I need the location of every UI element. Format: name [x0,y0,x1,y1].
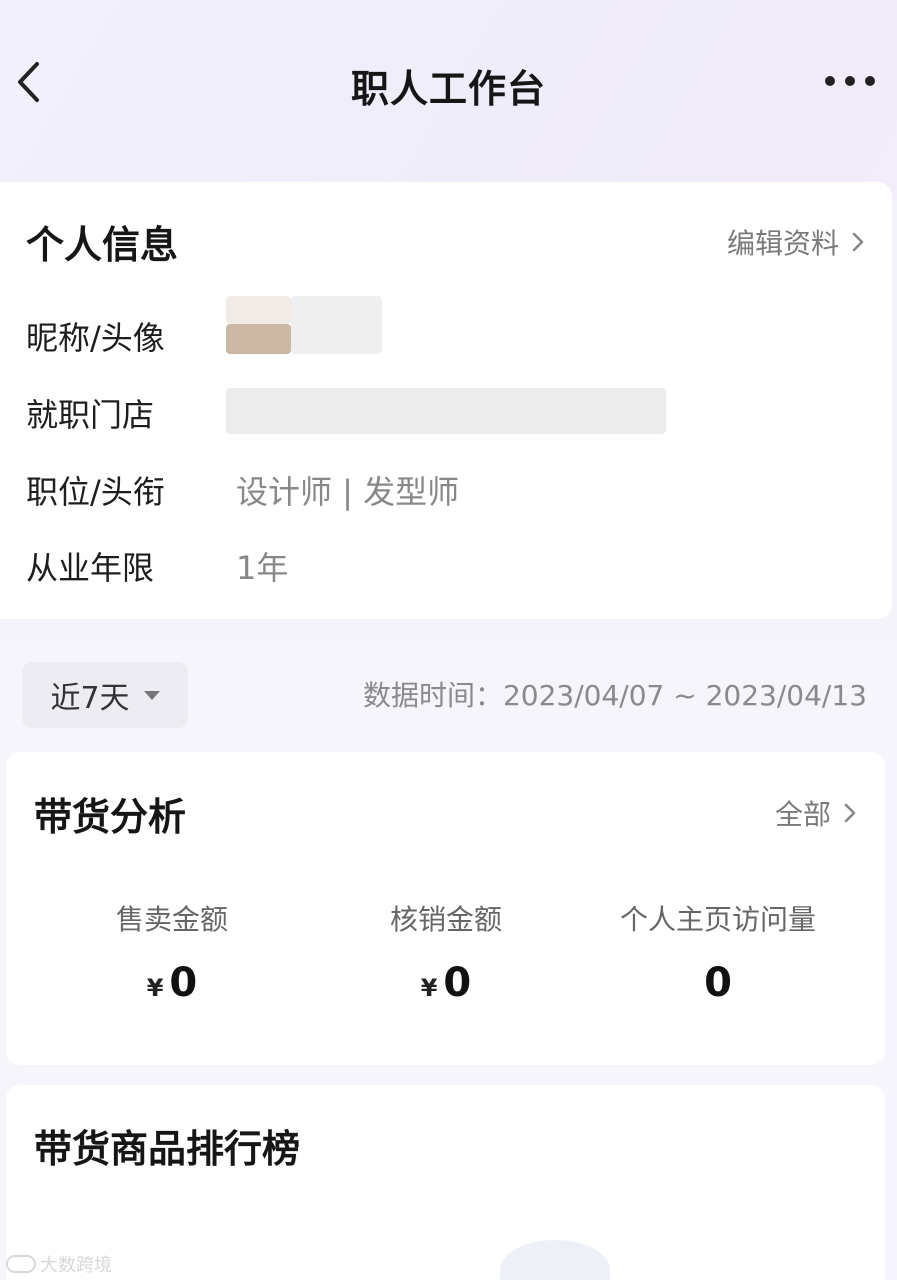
watermark-logo-icon [6,1255,36,1273]
caret-down-icon [143,690,160,700]
edit-profile-label: 编辑资料 [726,227,839,260]
nav-bar: 职人工作台 [0,0,897,165]
sales-analysis-title: 带货分析 [34,795,187,839]
currency-symbol: ¥ [420,974,438,1002]
avatar[interactable] [226,296,382,358]
stat-label: 售卖金额 [115,903,228,936]
product-ranking-card [6,1085,885,1280]
position-title-label: 职位/头衔 [26,473,165,511]
more-dot-icon [845,76,855,86]
experience-years-label: 从业年限 [26,549,155,587]
stat-redeemed-amount[interactable]: 核销金额 ¥ 0 [316,898,576,1006]
stat-label: 个人主页访问量 [619,903,816,936]
edit-profile-link[interactable]: 编辑资料 [727,222,865,262]
watermark: 大数跨境 [6,1251,112,1277]
view-all-link[interactable]: 全部 [775,793,857,833]
stat-value: 0 [169,960,198,1006]
date-range-label: 近7天 [50,681,130,716]
more-dot-icon [865,76,875,86]
store-value-redacted [226,388,666,434]
currency-symbol: ¥ [146,974,164,1002]
stat-sales-amount[interactable]: 售卖金额 ¥ 0 [42,898,302,1006]
page-title: 职人工作台 [350,67,546,111]
stat-value: 0 [704,960,732,1006]
watermark-text: 大数跨境 [40,1255,112,1276]
product-ranking-title: 带货商品排行榜 [34,1127,301,1171]
store-label: 就职门店 [26,396,155,434]
more-dot-icon [825,76,835,86]
stat-value: 0 [443,960,472,1006]
view-all-label: 全部 [774,798,831,831]
data-time-range: 数据时间：2023/04/07 ~ 2023/04/13 [362,679,867,712]
stat-label: 核销金额 [389,903,502,936]
position-title-value: 设计师 | 发型师 [236,473,460,511]
chevron-right-icon [844,803,856,823]
stat-profile-visits[interactable]: 个人主页访问量 0 [588,898,848,1006]
chevron-right-icon [852,232,864,252]
more-options-button[interactable] [825,70,875,92]
date-range-dropdown[interactable]: 近7天 [22,662,188,728]
experience-years-value: 1年 [236,549,289,587]
personal-info-title: 个人信息 [26,223,179,267]
nickname-avatar-label: 昵称/头像 [26,319,165,357]
